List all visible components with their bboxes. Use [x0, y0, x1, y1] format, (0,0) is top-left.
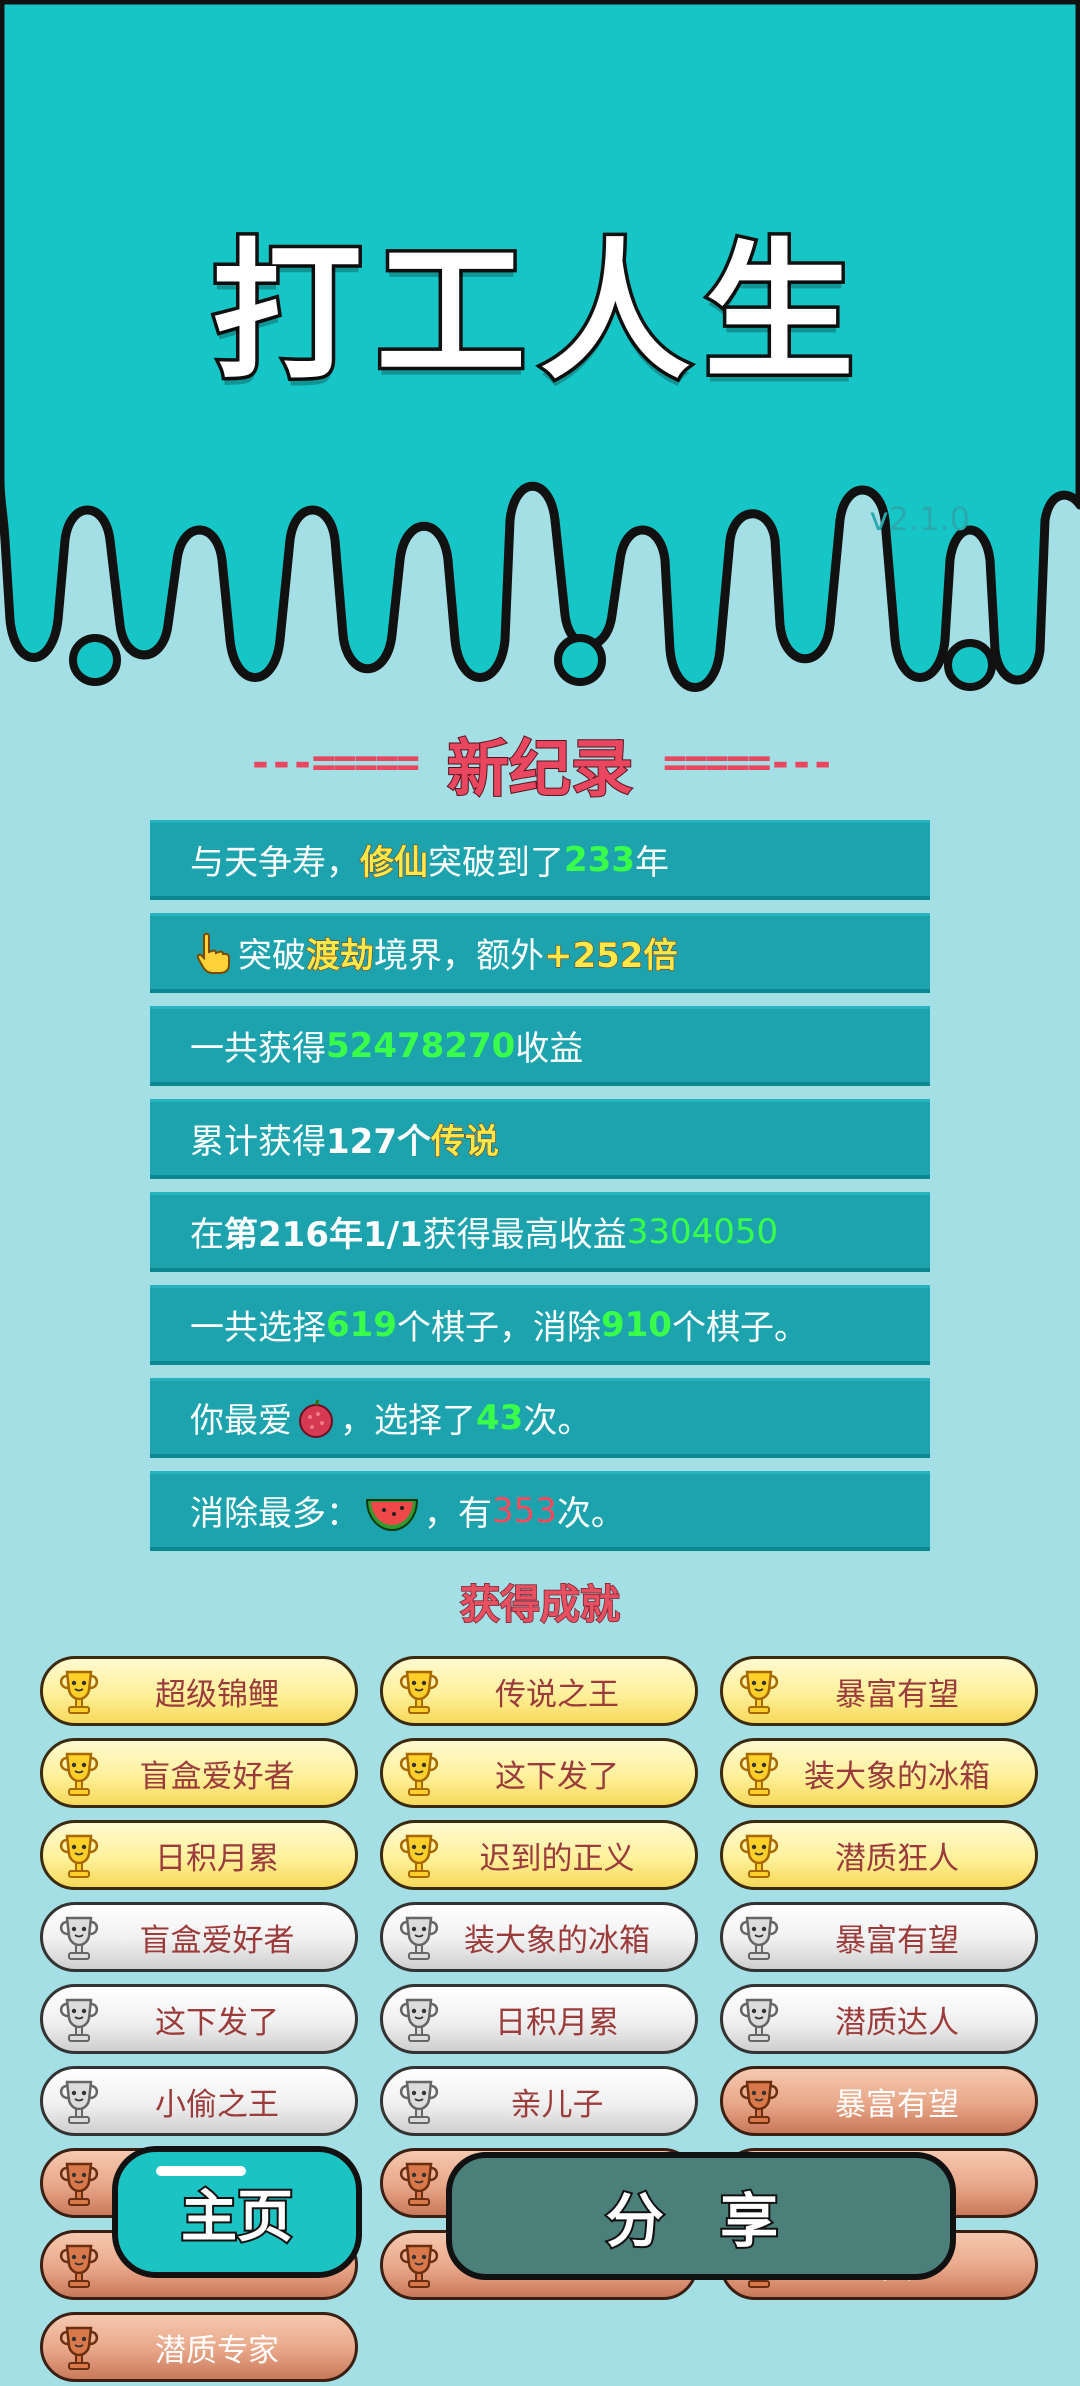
trophy-icon [739, 1834, 779, 1878]
achievement-badge[interactable]: 传说之王 [380, 1656, 698, 1726]
achievement-badge[interactable]: 小偷之王 [40, 2066, 358, 2136]
achievement-badge[interactable]: 日积月累 [40, 1820, 358, 1890]
trophy-icon [399, 2080, 439, 2124]
stat-highlight: 传说 [430, 1122, 499, 1163]
stat-text: 你最爱 [190, 1401, 292, 1441]
trophy-icon [399, 1998, 439, 2042]
achievement-badge[interactable]: 这下发了 [380, 1738, 698, 1808]
stat-text: 个棋子，消除 [396, 1308, 601, 1348]
stats-list: 与天争寿， 修仙 突破到了 233 年 突破 渡劫 境界，额外 +252倍 一共获得 52478… [150, 820, 930, 1564]
achievement-badge[interactable]: 盲盒爱好者 [40, 1902, 358, 1972]
trophy-icon [739, 1752, 779, 1796]
achievement-badge[interactable]: 暴富有望 [720, 2066, 1038, 2136]
stat-text: 次。 [556, 1494, 625, 1534]
trophy-icon [59, 2162, 99, 2206]
stat-text: 收益 [515, 1029, 584, 1069]
achievement-badge[interactable]: 潜质狂人 [720, 1820, 1038, 1890]
stat-value: 43 [476, 1397, 524, 1438]
right-decoration: =====--- [663, 740, 835, 786]
share-button[interactable]: 分 享 [446, 2152, 956, 2280]
trophy-icon [399, 2244, 439, 2288]
home-button-label: 主页 [179, 2183, 295, 2252]
trophy-icon [399, 1670, 439, 1714]
pointing-hand-icon [196, 932, 230, 974]
achievement-badge[interactable]: 这下发了 [40, 1984, 358, 2054]
button-shine [156, 2166, 246, 2176]
stat-text: 突破到了 [428, 843, 564, 883]
trophy-icon [59, 2244, 99, 2288]
achievement-badge[interactable]: 潜质专家 [40, 2312, 358, 2382]
stat-text: 消除最多： [190, 1494, 360, 1534]
stat-text: 累计获得 [190, 1122, 326, 1162]
stat-text: 获得最高收益 [422, 1215, 627, 1255]
achievement-badge[interactable]: 装大象的冰箱 [380, 1902, 698, 1972]
achievement-badge[interactable]: 装大象的冰箱 [720, 1738, 1038, 1808]
game-title: 打工人生 [208, 226, 868, 400]
home-button[interactable]: 主页 [112, 2146, 362, 2278]
stat-value: 3304050 [626, 1211, 779, 1252]
stat-text: 一共选择 [190, 1308, 326, 1348]
trophy-icon [59, 1752, 99, 1796]
achievement-badge[interactable]: 盲盒爱好者 [40, 1738, 358, 1808]
stat-text: 境界，额外 [374, 936, 544, 976]
achievement-badge[interactable]: 暴富有望 [720, 1656, 1038, 1726]
stat-value: 910 [600, 1304, 672, 1345]
stat-row-eliminated: 消除最多： ，有 353 次。 [150, 1471, 930, 1551]
share-button-label: 分 享 [604, 2185, 797, 2257]
stat-value: 52478270 [326, 1025, 516, 1066]
stat-text: 个棋子。 [671, 1308, 808, 1348]
achievement-badge[interactable]: 超级锦鲤 [40, 1656, 358, 1726]
stat-text: ，有 [424, 1494, 492, 1534]
stat-value: 353 [492, 1490, 557, 1531]
stat-value: 第216年1/1 [224, 1215, 423, 1255]
achievement-badge[interactable]: 迟到的正义 [380, 1820, 698, 1890]
version-label: v2.1.0 [869, 500, 970, 538]
trophy-icon [59, 2326, 99, 2370]
trophy-icon [399, 1834, 439, 1878]
stat-row-max-income: 在 第216年1/1 获得最高收益 3304050 [150, 1192, 930, 1272]
trophy-icon [59, 2080, 99, 2124]
stat-row-pieces: 一共选择 619 个棋子，消除 910 个棋子。 [150, 1285, 930, 1365]
stat-row-breakthrough: 突破 渡劫 境界，额外 +252倍 [150, 913, 930, 993]
achievement-badge[interactable]: 亲儿子 [380, 2066, 698, 2136]
stat-value: 233 [564, 839, 635, 880]
lychee-icon [299, 1398, 333, 1438]
stat-value: 127个 [326, 1122, 431, 1162]
stat-highlight: 修仙 [360, 843, 429, 884]
stat-text: 与天争寿， [190, 843, 360, 883]
stat-row-legend: 累计获得 127个 传说 [150, 1099, 930, 1179]
trophy-icon [739, 1670, 779, 1714]
stat-text: 突破 [238, 936, 306, 976]
trophy-icon [739, 2080, 779, 2124]
left-decoration: ---===== [248, 740, 420, 786]
trophy-icon [59, 1998, 99, 2042]
stat-highlight: 渡劫 [306, 936, 375, 977]
stat-highlight: +252倍 [543, 936, 678, 977]
stat-text: 在 [190, 1215, 224, 1255]
new-record-header: ---===== 新纪录 =====--- [0, 728, 1080, 806]
stat-value: 619 [326, 1304, 397, 1345]
stat-text: ，选择了 [340, 1401, 476, 1441]
achievement-badge[interactable]: 暴富有望 [720, 1902, 1038, 1972]
stat-row-favorite: 你最爱 ，选择了 43 次。 [150, 1378, 930, 1458]
trophy-icon [59, 1670, 99, 1714]
trophy-icon [399, 1752, 439, 1796]
watermelon-icon [365, 1498, 419, 1531]
trophy-icon [739, 1916, 779, 1960]
achievement-badge[interactable]: 潜质达人 [720, 1984, 1038, 2054]
achievements-title: 获得成就 [459, 1581, 621, 1629]
stat-row-cultivation: 与天争寿， 修仙 突破到了 233 年 [150, 820, 930, 900]
trophy-icon [59, 1834, 99, 1878]
stat-row-income: 一共获得 52478270 收益 [150, 1006, 930, 1086]
stat-text: 年 [634, 843, 669, 883]
trophy-icon [739, 1998, 779, 2042]
new-record-title: 新纪录 [446, 731, 634, 806]
trophy-icon [399, 1916, 439, 1960]
trophy-icon [59, 1916, 99, 1960]
achievement-badge[interactable]: 日积月累 [380, 1984, 698, 2054]
stat-text: 次。 [523, 1401, 592, 1441]
stat-text: 一共获得 [190, 1029, 326, 1069]
trophy-icon [399, 2162, 439, 2206]
